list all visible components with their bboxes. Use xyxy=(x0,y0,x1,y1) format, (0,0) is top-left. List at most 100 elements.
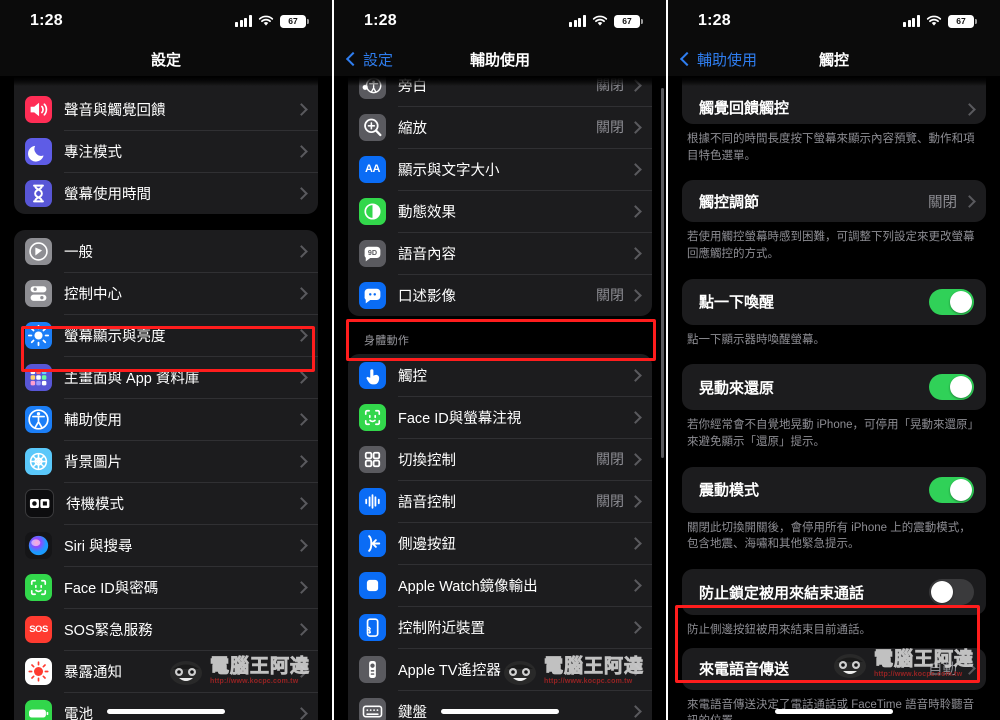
toggle-vibration[interactable] xyxy=(929,476,974,503)
toggle-row-vibration[interactable]: 震動模式 xyxy=(682,467,986,513)
status-bar: 1:28 67 xyxy=(334,0,666,42)
chevron-right-icon xyxy=(295,144,308,158)
touch-item-tap-to-wake: 點一下喚醒 xyxy=(682,278,986,325)
sidebar-item-battery[interactable]: 電池 xyxy=(14,692,318,720)
chevron-right-icon xyxy=(295,496,308,510)
list-item-zoom[interactable]: 縮放 關閉 xyxy=(348,106,652,148)
list-item-voice-control[interactable]: 語音控制 關閉 xyxy=(348,480,652,522)
sidebar-item-exposure[interactable]: 暴露通知 xyxy=(14,650,318,692)
wallpaper-icon xyxy=(25,447,52,475)
toggle-prevent-lock-end-call[interactable] xyxy=(929,579,974,606)
sidebar-item-sos[interactable]: SOS SOS緊急服務 xyxy=(14,608,318,650)
list-item-touch-accommodations[interactable]: 觸控調節 關閉 xyxy=(682,180,986,222)
sidebar-item-accessibility[interactable]: 輔助使用 xyxy=(14,398,318,440)
list-item-switch-control[interactable]: 切換控制 關閉 xyxy=(348,438,652,480)
chevron-right-icon xyxy=(295,186,308,200)
sidebar-item-label: 輔助使用 xyxy=(64,412,122,429)
accessibility-scroll-area[interactable]: 旁白 關閉 縮放 關閉 AA 顯示與文字大小 xyxy=(334,76,666,720)
app-library-icon xyxy=(25,363,52,391)
back-button[interactable]: 設定 xyxy=(345,49,393,70)
chevron-right-icon xyxy=(295,622,308,636)
chevron-right-icon xyxy=(629,246,642,260)
nav-bar: 設定 xyxy=(0,42,332,86)
cellular-signal-icon xyxy=(569,15,586,27)
chevron-right-icon xyxy=(629,162,642,176)
home-indicator xyxy=(775,709,893,714)
list-item-label: 觸控 xyxy=(398,368,427,385)
back-button-label: 輔助使用 xyxy=(697,51,758,69)
chevron-right-icon xyxy=(295,706,308,720)
scroll-indicator[interactable] xyxy=(661,88,664,458)
sidebar-item-label: 聲音與觸覺回饋 xyxy=(64,102,166,119)
list-item-value: 關閉 xyxy=(596,493,624,509)
chevron-right-icon xyxy=(629,368,642,382)
list-item-description: 防止側邊按鈕被用來結束目前通話。 xyxy=(687,624,871,637)
list-item-description: 根據不同的時間長度按下螢幕來顯示內容預覽、動作和項目特色選單。 xyxy=(687,133,975,162)
touch-scroll-area[interactable]: 觸覺回饋觸控 根據不同的時間長度按下螢幕來顯示內容預覽、動作和項目特色選單。 觸… xyxy=(668,76,1000,720)
sidebar-item-sounds[interactable]: 聲音與觸覺回饋 xyxy=(14,88,318,130)
toggle-shake-to-undo[interactable] xyxy=(929,374,974,401)
toggle-tap-to-wake[interactable] xyxy=(929,288,974,315)
sos-icon: SOS xyxy=(25,615,52,643)
list-item-value: 關閉 xyxy=(596,119,624,135)
sidebar-item-focus[interactable]: 專注模式 xyxy=(14,130,318,172)
list-item-label: Face ID與螢幕注視 xyxy=(398,410,522,427)
sidebar-item-siri-search[interactable]: Siri 與搜尋 xyxy=(14,524,318,566)
touch-item-prevent-lock-end-call: 防止鎖定被用來結束通話 xyxy=(682,569,986,616)
list-item-motion[interactable]: 動態效果 xyxy=(348,190,652,232)
list-item-label: 語音控制 xyxy=(398,494,456,511)
sidebar-item-standby[interactable]: 待機模式 xyxy=(14,482,318,524)
switch-control-icon xyxy=(359,445,386,473)
chevron-right-icon xyxy=(629,704,642,718)
sidebar-item-label: Face ID與密碼 xyxy=(64,580,159,597)
list-item-nearby-devices[interactable]: 控制附近裝置 xyxy=(348,606,652,648)
list-item-value: 關閉 xyxy=(596,287,624,303)
voice-control-icon xyxy=(359,487,386,515)
toggle-row-label: 點一下喚醒 xyxy=(699,294,775,312)
list-item-description: 若你經常會不自覺地晃動 iPhone，可停用「晃動來還原」來避免顯示「還原」提示… xyxy=(687,419,980,449)
battery-percent: 67 xyxy=(622,15,632,26)
list-item-faceid-attention[interactable]: Face ID與螢幕注視 xyxy=(348,396,652,438)
settings-scroll-area[interactable]: 聲音與觸覺回饋 專注模式 螢幕使用時間 一般 控制中心 螢幕顯示與亮度 主畫面與… xyxy=(0,76,332,720)
spoken-content-icon: 9D xyxy=(359,239,386,267)
sidebar-item-home-screen[interactable]: 主畫面與 App 資料庫 xyxy=(14,356,318,398)
wifi-icon xyxy=(592,15,608,27)
speaker-icon xyxy=(25,95,52,123)
chevron-right-icon xyxy=(963,103,976,116)
touch-item-accommodations: 觸控調節 關閉 xyxy=(682,180,986,223)
list-item-audio-description[interactable]: 口述影像 關閉 xyxy=(348,274,652,316)
sidebar-item-label: 螢幕顯示與亮度 xyxy=(64,328,166,345)
list-item-side-button[interactable]: 側邊按鈕 xyxy=(348,522,652,564)
sidebar-item-control-center[interactable]: 控制中心 xyxy=(14,272,318,314)
list-item-apple-watch-mirroring[interactable]: Apple Watch鏡像輸出 xyxy=(348,564,652,606)
back-button[interactable]: 輔助使用 xyxy=(679,49,758,70)
chevron-right-icon xyxy=(629,578,642,592)
list-item-display-text-size[interactable]: AA 顯示與文字大小 xyxy=(348,148,652,190)
list-item-spoken-content[interactable]: 9D 語音內容 xyxy=(348,232,652,274)
chevron-right-icon xyxy=(629,120,642,134)
sidebar-item-faceid[interactable]: Face ID與密碼 xyxy=(14,566,318,608)
sidebar-item-screentime[interactable]: 螢幕使用時間 xyxy=(14,172,318,214)
list-item-call-audio-routing[interactable]: 來電語音傳送 自動 xyxy=(682,648,986,690)
chevron-right-icon xyxy=(295,454,308,468)
nearby-devices-icon xyxy=(359,613,386,641)
battery-indicator: 67 xyxy=(614,14,643,28)
list-item-apple-tv-remote[interactable]: Apple TV遙控器 xyxy=(348,648,652,690)
list-item-touch[interactable]: 觸控 xyxy=(348,354,652,396)
sidebar-item-label: 主畫面與 App 資料庫 xyxy=(64,370,200,387)
toggle-row-shake-to-undo[interactable]: 晃動來還原 xyxy=(682,364,986,410)
accessibility-icon xyxy=(25,405,52,433)
sidebar-item-wallpaper[interactable]: 背景圖片 xyxy=(14,440,318,482)
sidebar-item-display-brightness[interactable]: 螢幕顯示與亮度 xyxy=(14,314,318,356)
toggle-row-prevent-lock-end-call[interactable]: 防止鎖定被用來結束通話 xyxy=(682,569,986,615)
list-item-keyboard[interactable]: 鍵盤 xyxy=(348,690,652,720)
chevron-right-icon xyxy=(295,328,308,342)
section-header-physical-motor: 身體動作 xyxy=(364,335,410,347)
faceid-icon xyxy=(25,573,52,601)
sidebar-item-general[interactable]: 一般 xyxy=(14,230,318,272)
toggle-row-tap-to-wake[interactable]: 點一下喚醒 xyxy=(682,279,986,325)
